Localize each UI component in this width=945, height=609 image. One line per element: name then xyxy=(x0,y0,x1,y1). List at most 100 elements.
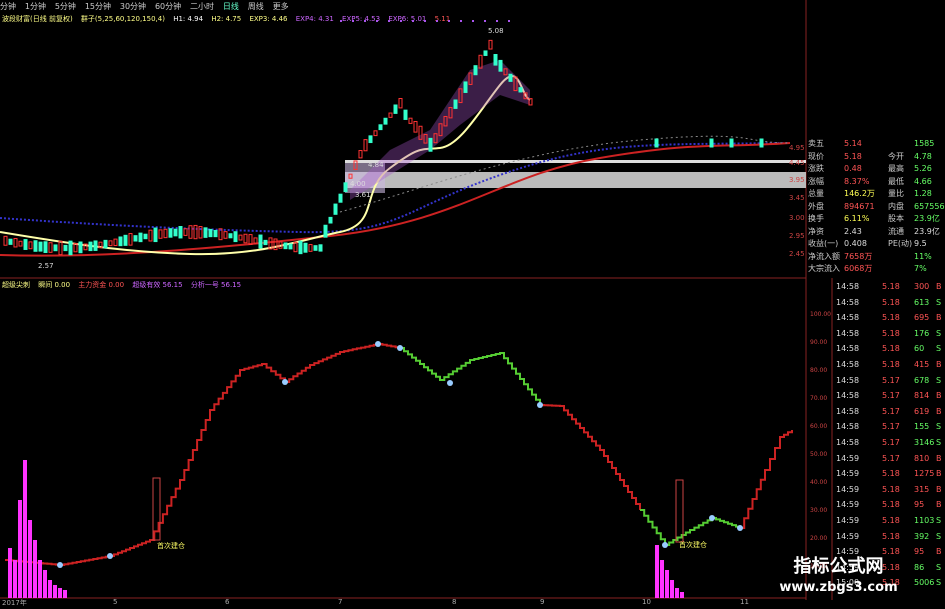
tick-price: 5.18 xyxy=(882,484,900,494)
candle xyxy=(378,124,383,131)
tick-side: S xyxy=(936,375,942,385)
candle xyxy=(103,239,108,249)
candle xyxy=(18,240,23,247)
tick-row: 14:59 5.17 810 B xyxy=(832,452,945,466)
tick-side: B xyxy=(936,360,942,369)
tick-side: B xyxy=(936,406,942,416)
candle xyxy=(133,235,138,242)
candle xyxy=(88,241,93,252)
tick-side: B xyxy=(936,469,942,479)
candle xyxy=(398,98,403,109)
quote-value: 6068万 xyxy=(844,264,873,273)
candle xyxy=(709,138,714,148)
candle xyxy=(343,182,348,193)
tick-side: B xyxy=(936,484,942,494)
tick-volume: 300 xyxy=(914,282,930,291)
magenta-bar xyxy=(18,500,22,598)
candle xyxy=(63,244,68,252)
price-axis-label: 4.95 xyxy=(789,144,805,152)
quote-value: 4.78 xyxy=(914,151,932,161)
candle xyxy=(228,233,233,239)
magenta-bar xyxy=(53,585,57,598)
candle xyxy=(188,225,193,239)
tick-volume: 95 xyxy=(914,500,925,510)
candle xyxy=(233,231,238,243)
low-price-label: 2.57 xyxy=(38,262,54,270)
osc-marker xyxy=(107,553,113,559)
candle xyxy=(33,240,38,252)
osc-marker xyxy=(375,341,381,347)
tick-row: 14:59 5.18 1275 B xyxy=(832,467,945,481)
tick-row: 14:58 5.17 619 B xyxy=(832,405,945,419)
tick-side: S xyxy=(936,531,942,541)
tick-volume: 315 xyxy=(914,484,930,494)
quote-key: 卖五 xyxy=(808,139,824,148)
candle xyxy=(363,139,368,152)
candle xyxy=(373,130,378,137)
tick-side: B xyxy=(936,282,942,291)
osc-axis-label: 20.00 xyxy=(810,535,827,542)
osc-axis-label: 80.00 xyxy=(810,367,827,374)
candle xyxy=(168,228,173,238)
tick-price: 5.17 xyxy=(882,438,900,447)
candle xyxy=(403,109,408,120)
quote-key: 净资 xyxy=(808,226,824,236)
osc-line-green xyxy=(640,509,741,546)
osc-line-red xyxy=(740,430,793,529)
osc-marker xyxy=(662,542,668,548)
tick-price: 5.18 xyxy=(882,282,900,291)
price-axis-label: 3.00 xyxy=(789,214,805,222)
magenta-bar xyxy=(8,548,12,598)
tick-side: B xyxy=(936,453,942,463)
high-price-label: 5.08 xyxy=(488,27,504,35)
price-label: 4.84 xyxy=(368,161,384,169)
osc-marker xyxy=(737,525,743,531)
candle xyxy=(453,99,458,109)
candle xyxy=(173,228,178,237)
tick-price: 5.18 xyxy=(882,516,900,525)
x-axis-label: 11 xyxy=(740,598,749,606)
tick-time: 14:59 xyxy=(836,453,860,463)
buy-label: 首次建仓 xyxy=(157,541,185,550)
magenta-volume-bars xyxy=(8,460,684,598)
quote-key: 量比 xyxy=(888,189,904,198)
candle xyxy=(498,59,503,72)
tick-volume: 613 xyxy=(914,297,930,307)
candle xyxy=(193,224,198,240)
tick-side: B xyxy=(936,500,942,510)
quote-row: 总量 146.2万 量比 1.28 xyxy=(806,188,945,200)
tick-side: S xyxy=(936,328,942,338)
quote-row: 现价 5.18 今开 4.78 xyxy=(806,151,945,163)
tick-volume: 176 xyxy=(914,328,930,338)
candle xyxy=(48,242,53,253)
tick-volume: 814 xyxy=(914,391,930,401)
tick-row: 14:58 5.18 613 S xyxy=(832,296,945,310)
candle xyxy=(493,54,498,66)
quote-key: 总量 xyxy=(808,189,824,198)
tick-side: B xyxy=(936,391,942,401)
tick-price: 5.17 xyxy=(882,453,900,463)
tick-list[interactable]: 14:58 5.18 300 B 14:58 5.18 613 S 14:58 5.18 695 B 1… xyxy=(832,280,945,600)
tick-time: 14:59 xyxy=(836,484,860,494)
candle xyxy=(118,236,123,247)
price-axis-label: 2.45 xyxy=(789,250,805,258)
tick-time: 14:59 xyxy=(836,516,860,525)
candle xyxy=(383,117,388,125)
candle xyxy=(283,242,288,250)
candle xyxy=(333,203,338,215)
osc-axis-label: 90.00 xyxy=(810,339,827,346)
candle xyxy=(158,229,163,239)
tick-volume: 60 xyxy=(914,344,925,354)
buy-label: 首次建仓 xyxy=(679,540,707,549)
quote-key: 涨跌 xyxy=(808,164,824,173)
price-axis-label: 3.95 xyxy=(789,176,805,184)
tick-side: B xyxy=(936,547,942,557)
tick-row: 14:59 5.18 95 B xyxy=(832,498,945,512)
tick-time: 14:59 xyxy=(836,500,860,510)
candle xyxy=(508,73,513,82)
candle xyxy=(393,104,398,114)
tick-volume: 155 xyxy=(914,422,930,432)
tick-volume: 392 xyxy=(914,531,930,541)
osc-line-red xyxy=(5,343,401,566)
osc-line-red xyxy=(540,404,641,510)
